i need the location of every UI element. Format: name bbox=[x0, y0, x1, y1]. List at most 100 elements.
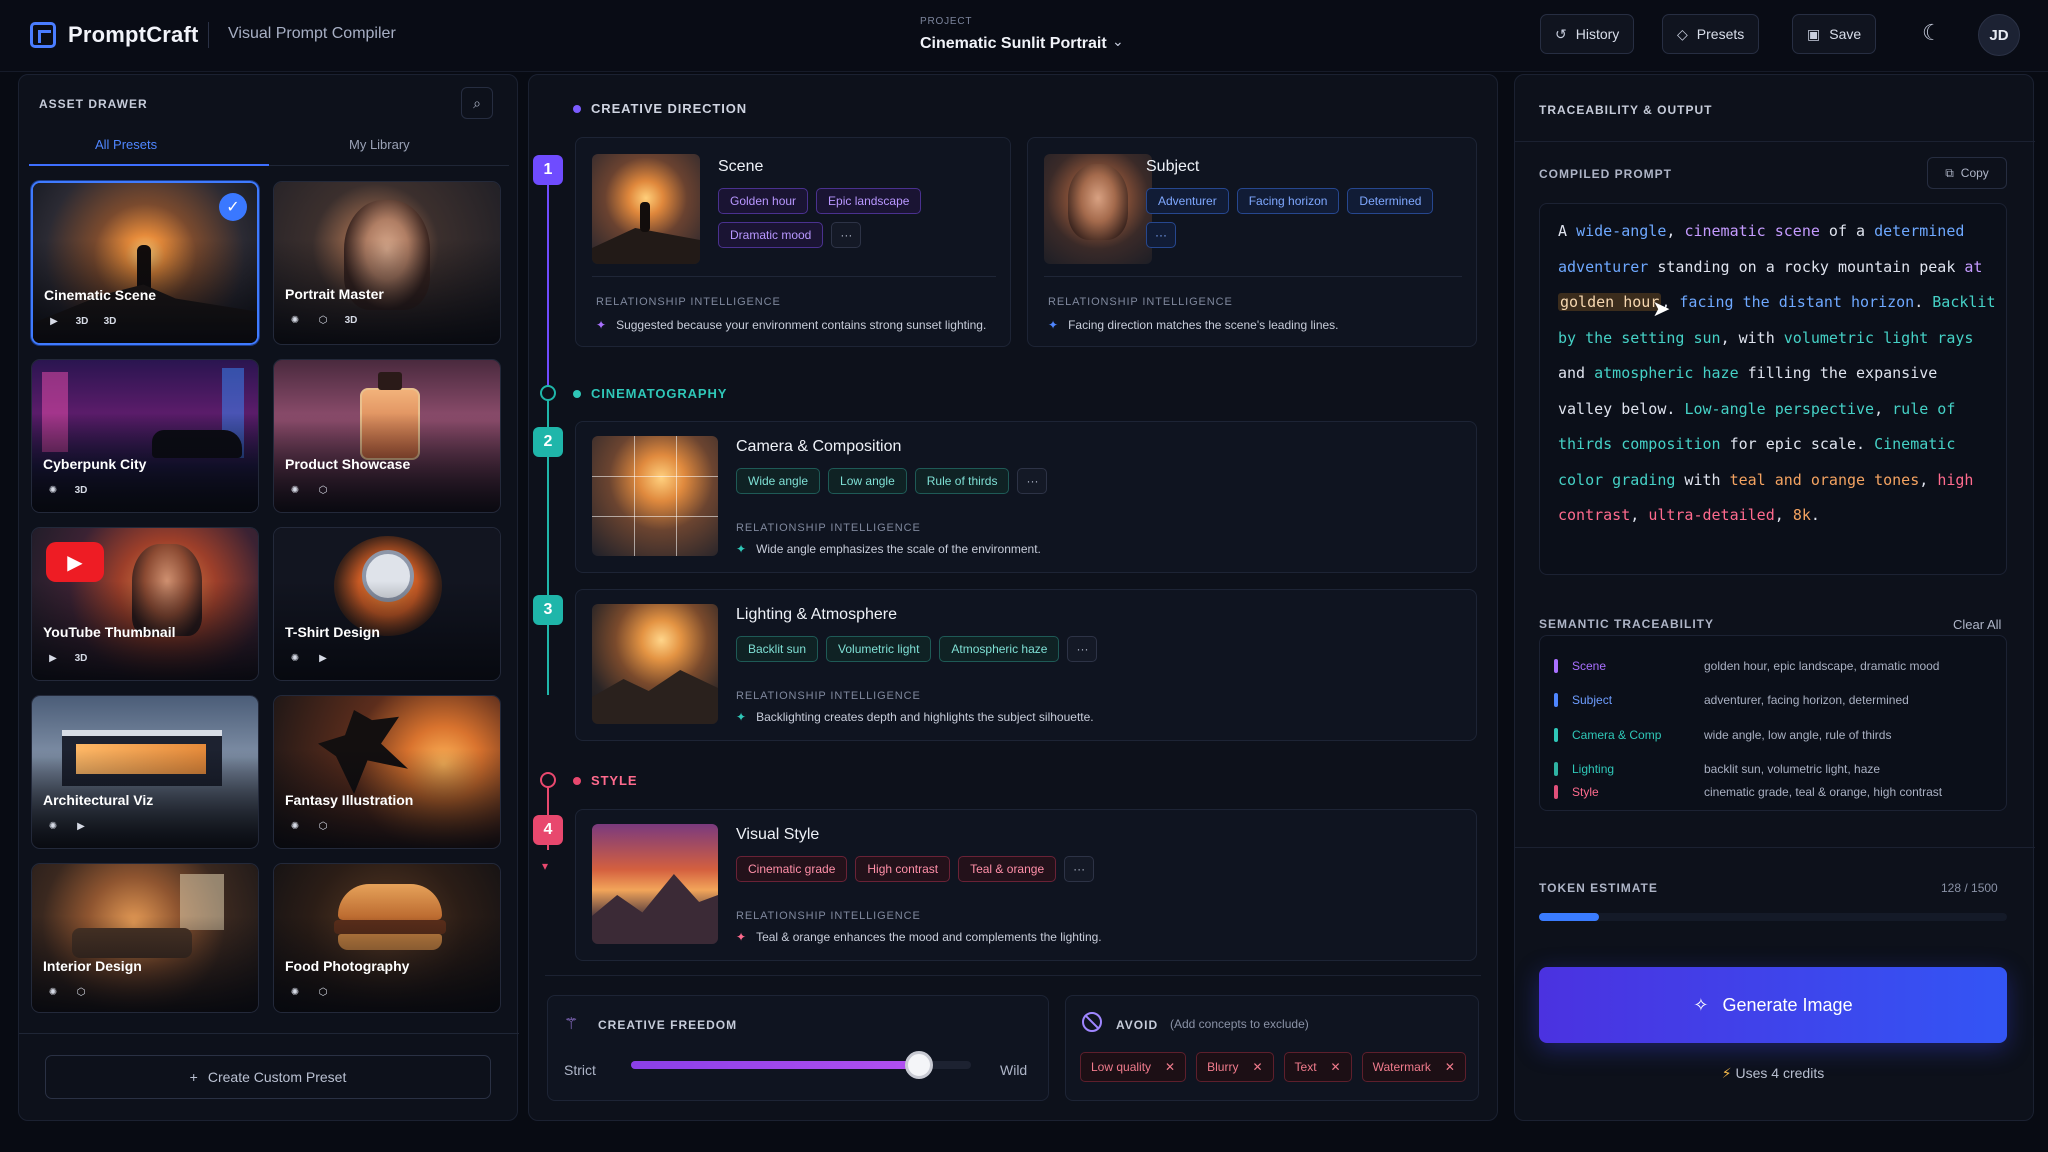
trace-row-lighting[interactable]: Lighting backlit sun, volumetric light, h… bbox=[1554, 759, 1880, 779]
style-header: STYLE bbox=[573, 773, 637, 788]
rel-text-value: Facing direction matches the scene's lea… bbox=[1068, 318, 1339, 332]
lighting-chips: Backlit sun Volumetric light Atmospheric… bbox=[736, 636, 1098, 662]
copy-button[interactable]: ⧉ Copy bbox=[1927, 157, 2007, 189]
save-button[interactable]: ▣ Save bbox=[1792, 14, 1877, 54]
camera-composition-card[interactable]: Camera & Composition Wide angle Low angl… bbox=[575, 421, 1477, 573]
chip[interactable]: Teal & orange bbox=[958, 856, 1057, 882]
chip[interactable]: Adventurer bbox=[1146, 188, 1229, 214]
chip[interactable]: Epic landscape bbox=[816, 188, 922, 214]
preset-card-cinematic-scene[interactable]: ✓ Cinematic Scene ▶ 3D 3D bbox=[31, 181, 259, 345]
check-icon: ✓ bbox=[219, 193, 247, 221]
preset-label: Food Photography bbox=[285, 958, 410, 974]
subject-card[interactable]: Subject Adventurer Facing horizon Determ… bbox=[1027, 137, 1477, 347]
chip[interactable]: High contrast bbox=[855, 856, 951, 882]
close-icon[interactable]: ✕ bbox=[1445, 1060, 1455, 1074]
preset-card-portrait-master[interactable]: Portrait Master ✺ ⬡ 3D bbox=[273, 181, 501, 345]
close-icon[interactable]: ✕ bbox=[1252, 1060, 1262, 1074]
presets-button[interactable]: ◇ Presets bbox=[1662, 14, 1760, 54]
chip[interactable]: Low angle bbox=[828, 468, 907, 494]
3d-icon: 3D bbox=[344, 314, 358, 326]
project-selector[interactable]: Cinematic Sunlit Portrait bbox=[920, 35, 1107, 53]
preset-card-architectural-viz[interactable]: Architectural Viz ✺ ▶ bbox=[31, 695, 259, 849]
avoid-chip[interactable]: Text ✕ bbox=[1283, 1052, 1352, 1082]
divider bbox=[1044, 276, 1462, 277]
chip[interactable]: Determined bbox=[1347, 188, 1434, 214]
chip[interactable]: Wide angle bbox=[736, 468, 821, 494]
preset-card-interior-design[interactable]: Interior Design ✺ ⬡ bbox=[31, 863, 259, 1013]
tab-my-library[interactable]: My Library bbox=[349, 137, 410, 152]
close-icon[interactable]: ✕ bbox=[1165, 1060, 1175, 1074]
tab-all-presets[interactable]: All Presets bbox=[95, 137, 157, 152]
preset-icons: ✺ ⬡ bbox=[285, 984, 333, 1000]
compiled-prompt-box[interactable]: A wide-angle, cinematic scene of a deter… bbox=[1539, 203, 2007, 575]
moon-icon[interactable]: ☾ bbox=[1922, 20, 1942, 46]
more-chip[interactable]: ··· bbox=[1067, 636, 1098, 662]
color-bar bbox=[1554, 785, 1558, 799]
color-bar bbox=[1554, 659, 1558, 673]
divider bbox=[1515, 141, 2035, 142]
mountain-shape bbox=[592, 670, 718, 724]
chip[interactable]: Backlit sun bbox=[736, 636, 819, 662]
section-title: STYLE bbox=[591, 773, 638, 788]
search-icon[interactable]: ⌕ bbox=[461, 87, 493, 119]
trace-value: wide angle, low angle, rule of thirds bbox=[1704, 728, 1892, 742]
trace-name: Lighting bbox=[1572, 762, 1615, 776]
more-chip[interactable]: ··· bbox=[1146, 222, 1176, 248]
history-label: History bbox=[1575, 26, 1620, 42]
trace-row-camera[interactable]: Camera & Comp wide angle, low angle, rule… bbox=[1554, 725, 1891, 745]
preset-card-food-photography[interactable]: Food Photography ✺ ⬡ bbox=[273, 863, 501, 1013]
rel-label: RELATIONSHIP INTELLIGENCE bbox=[1048, 296, 1233, 308]
camera-thumbnail bbox=[592, 436, 718, 556]
close-icon[interactable]: ✕ bbox=[1331, 1060, 1341, 1074]
grid-line bbox=[592, 516, 718, 517]
more-chip[interactable]: ··· bbox=[831, 222, 862, 248]
preset-card-cyberpunk-city[interactable]: Cyberpunk City ✺ 3D bbox=[31, 359, 259, 513]
aperture-icon: ✺ bbox=[290, 986, 300, 998]
chip[interactable]: Golden hour bbox=[718, 188, 809, 214]
avoid-chip[interactable]: Watermark ✕ bbox=[1361, 1052, 1466, 1082]
chip[interactable]: Rule of thirds bbox=[914, 468, 1010, 494]
scene-card[interactable]: Scene Golden hour Epic landscape Dramati… bbox=[575, 137, 1011, 347]
freedom-slider-knob[interactable] bbox=[905, 1051, 933, 1079]
chip[interactable]: Cinematic grade bbox=[736, 856, 848, 882]
clear-all-button[interactable]: Clear All bbox=[1953, 617, 2001, 632]
card-title: Visual Style bbox=[736, 826, 820, 843]
trace-row-scene[interactable]: Scene golden hour, epic landscape, dramat… bbox=[1554, 656, 1939, 676]
rel-text-value: Teal & orange enhances the mood and comp… bbox=[756, 930, 1102, 944]
preset-card-youtube-thumbnail[interactable]: ▶ YouTube Thumbnail ▶ 3D bbox=[31, 527, 259, 681]
scene-thumbnail bbox=[592, 154, 700, 264]
color-bar bbox=[1554, 693, 1558, 707]
avoid-chip[interactable]: Blurry ✕ bbox=[1196, 1052, 1274, 1082]
chevron-down-icon[interactable]: ⌄ bbox=[1112, 33, 1124, 50]
preset-card-t-shirt-design[interactable]: T-Shirt Design ✺ ▶ bbox=[273, 527, 501, 681]
chip[interactable]: Facing horizon bbox=[1236, 188, 1340, 214]
generate-image-button[interactable]: ✧ Generate Image bbox=[1539, 967, 2007, 1043]
chip[interactable]: Volumetric light bbox=[826, 636, 932, 662]
history-button[interactable]: ↺ History bbox=[1540, 14, 1635, 54]
preset-card-fantasy-illustration[interactable]: Fantasy Illustration ✺ ⬡ bbox=[273, 695, 501, 849]
credits-note: ⚡ Uses 4 credits bbox=[1539, 1065, 2007, 1082]
preset-icons: ✺ ▶ bbox=[43, 818, 91, 834]
cinematography-header: CINEMATOGRAPHY bbox=[573, 386, 727, 401]
preset-label: Architectural Viz bbox=[43, 792, 154, 808]
avoid-chip[interactable]: Low quality ✕ bbox=[1080, 1052, 1187, 1082]
lighting-atmosphere-card[interactable]: Lighting & Atmosphere Backlit sun Volume… bbox=[575, 589, 1477, 741]
trace-row-style[interactable]: Style cinematic grade, teal & orange, hig… bbox=[1554, 782, 1942, 802]
more-chip[interactable]: ··· bbox=[1017, 468, 1048, 494]
step-badge: 2 bbox=[533, 427, 563, 457]
rel-text-value: Backlighting creates depth and highlight… bbox=[756, 710, 1094, 724]
cube-icon: ⬡ bbox=[318, 484, 328, 496]
trace-row-subject[interactable]: Subject adventurer, facing horizon, deter… bbox=[1554, 690, 1909, 710]
divider bbox=[1515, 847, 2035, 848]
avatar[interactable]: JD bbox=[1978, 14, 2020, 56]
preset-card-product-showcase[interactable]: Product Showcase ✺ ⬡ bbox=[273, 359, 501, 513]
more-chip[interactable]: ··· bbox=[1064, 856, 1095, 882]
preset-icons: ✺ ⬡ bbox=[285, 482, 333, 498]
chip[interactable]: Dramatic mood bbox=[718, 222, 824, 248]
save-label: Save bbox=[1829, 26, 1862, 42]
visual-style-card[interactable]: Visual Style Cinematic grade High contra… bbox=[575, 809, 1477, 961]
chip[interactable]: Atmospheric haze bbox=[939, 636, 1060, 662]
rel-label: RELATIONSHIP INTELLIGENCE bbox=[736, 522, 921, 534]
scene-chips: Golden hour Epic landscape Dramatic mood… bbox=[718, 188, 998, 248]
create-custom-preset-button[interactable]: + Create Custom Preset bbox=[45, 1055, 491, 1099]
